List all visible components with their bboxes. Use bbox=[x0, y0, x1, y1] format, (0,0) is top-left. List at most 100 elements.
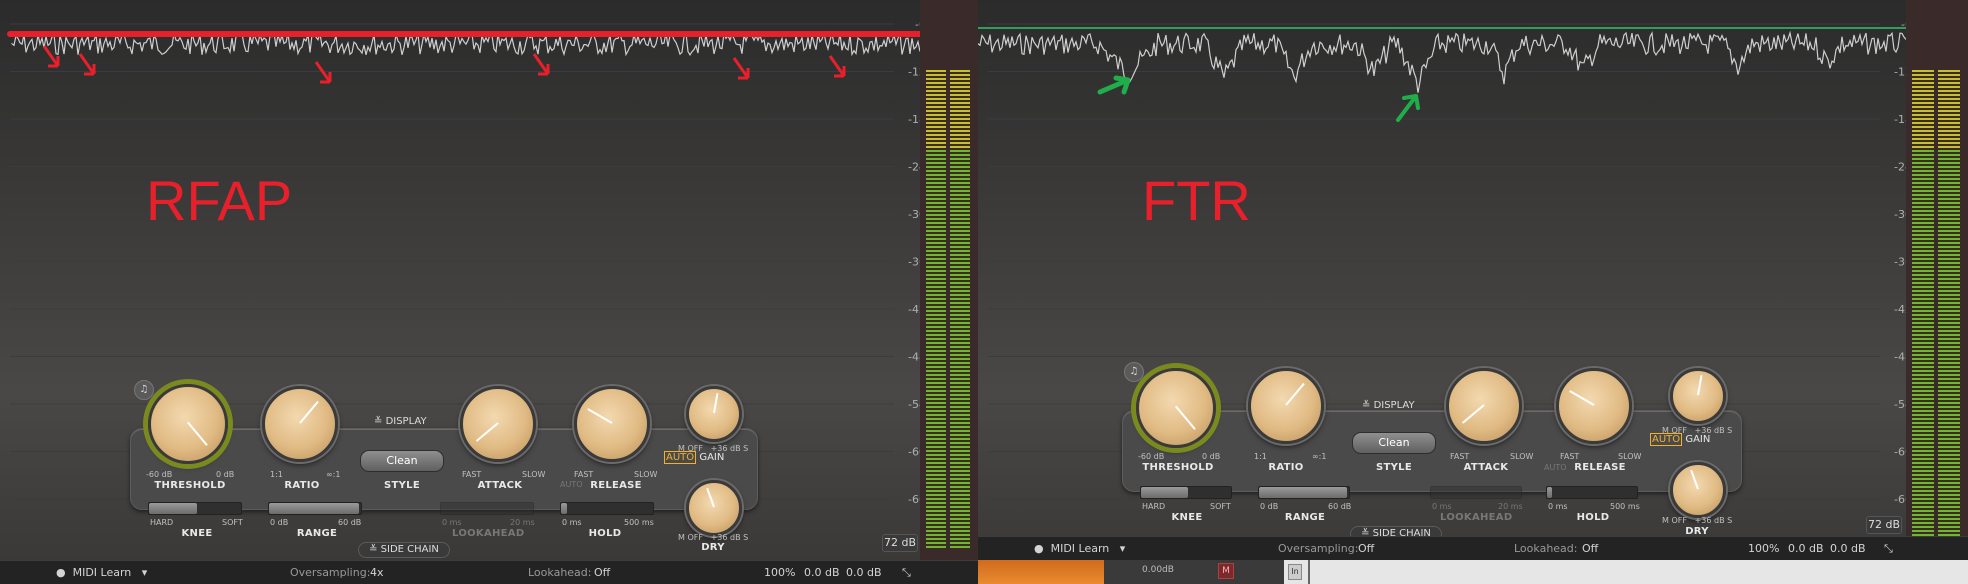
left-meter-segment bbox=[926, 214, 946, 216]
left-meter-segment bbox=[950, 130, 970, 132]
right-meter-segment bbox=[1912, 510, 1934, 512]
right-range-max: 60 dB bbox=[1328, 502, 1352, 511]
right-output-db: 0.0 dB bbox=[1830, 542, 1866, 555]
right-meter-segment bbox=[1912, 266, 1934, 268]
left-meter-segment bbox=[926, 298, 946, 300]
left-side-chain-button[interactable]: ≚ SIDE CHAIN bbox=[358, 542, 450, 558]
host-mute-button[interactable]: M bbox=[1218, 563, 1234, 579]
left-meter-segment bbox=[926, 110, 946, 112]
left-range-db-display[interactable]: 72 dB bbox=[882, 534, 918, 552]
right-meter-segment bbox=[1938, 414, 1960, 416]
left-midi-learn-button[interactable]: ● MIDI Learn ▾ bbox=[56, 566, 147, 579]
left-style-clean-button[interactable]: Clean bbox=[360, 450, 444, 472]
right-meter-segment bbox=[1912, 78, 1934, 80]
right-midi-learn-button[interactable]: ● MIDI Learn ▾ bbox=[1034, 542, 1125, 555]
right-meter-segment bbox=[1938, 442, 1960, 444]
right-meter-segment bbox=[1912, 214, 1934, 216]
left-release-knob[interactable] bbox=[574, 386, 650, 462]
left-meter-segment bbox=[950, 390, 970, 392]
left-meter-segment bbox=[926, 162, 946, 164]
left-meter-segment bbox=[926, 474, 946, 476]
right-auto-gain-toggle[interactable]: AUTO GAIN bbox=[1650, 433, 1710, 446]
left-meter-segment bbox=[926, 306, 946, 308]
left-meter-segment bbox=[950, 546, 970, 548]
left-range-slider[interactable] bbox=[268, 502, 362, 515]
right-lookahead-slider[interactable] bbox=[1430, 486, 1522, 499]
left-meter-segment bbox=[926, 218, 946, 220]
left-meter-segment bbox=[950, 490, 970, 492]
left-lookahead-slider[interactable] bbox=[440, 502, 534, 515]
left-meter-segment bbox=[926, 254, 946, 256]
host-input-tab[interactable]: In bbox=[1288, 564, 1302, 580]
right-release-knob[interactable] bbox=[1556, 368, 1632, 444]
right-release-auto[interactable]: AUTO bbox=[1544, 463, 1567, 472]
right-meter-segment bbox=[1912, 290, 1934, 292]
left-knee-slider[interactable] bbox=[148, 502, 242, 515]
right-meter-segment bbox=[1912, 226, 1934, 228]
left-meter-segment bbox=[926, 350, 946, 352]
left-hold-slider[interactable] bbox=[560, 502, 654, 515]
left-threshold-knob[interactable] bbox=[148, 384, 228, 464]
right-headphones-icon[interactable]: ♫ bbox=[1124, 362, 1144, 382]
left-meter-segment bbox=[950, 438, 970, 440]
right-gain-knob[interactable] bbox=[1670, 368, 1726, 424]
left-meter-segment bbox=[950, 326, 970, 328]
left-meter-segment bbox=[950, 102, 970, 104]
left-gain-knob[interactable] bbox=[686, 386, 742, 442]
right-meter-segment bbox=[1938, 366, 1960, 368]
right-meter-segment bbox=[1938, 466, 1960, 468]
right-meter-segment bbox=[1912, 206, 1934, 208]
right-meter-segment bbox=[1938, 242, 1960, 244]
right-threshold-knob[interactable] bbox=[1136, 368, 1216, 448]
right-oversampling-value[interactable]: Off bbox=[1358, 542, 1374, 555]
right-style-clean-button[interactable]: Clean bbox=[1352, 432, 1436, 454]
left-meter-segment bbox=[926, 102, 946, 104]
left-dry-knob[interactable] bbox=[686, 480, 742, 536]
right-meter-segment bbox=[1938, 246, 1960, 248]
right-zoom-value[interactable]: 100% bbox=[1748, 542, 1779, 555]
right-meter-segment bbox=[1912, 278, 1934, 280]
left-resize-icon[interactable]: ⤡ bbox=[902, 566, 911, 580]
host-db-readout: 0.00dB bbox=[1142, 565, 1174, 575]
right-knee-label: KNEE bbox=[1171, 512, 1203, 523]
right-attack-knob[interactable] bbox=[1446, 368, 1522, 444]
left-meter-segment bbox=[950, 294, 970, 296]
left-meter-segment bbox=[950, 98, 970, 100]
right-meter-segment bbox=[1912, 382, 1934, 384]
left-meter-segment bbox=[950, 374, 970, 376]
right-meter-segment bbox=[1938, 146, 1960, 148]
right-range-slider[interactable] bbox=[1258, 486, 1350, 499]
right-hold-slider[interactable] bbox=[1546, 486, 1638, 499]
right-meter-segment bbox=[1912, 458, 1934, 460]
right-lookahead-footer-value[interactable]: Off bbox=[1582, 542, 1598, 555]
right-display-toggle[interactable]: ≚ DISPLAY bbox=[1362, 400, 1415, 411]
left-meter-segment bbox=[926, 206, 946, 208]
left-meter-segment bbox=[950, 286, 970, 288]
right-meter-segment bbox=[1938, 278, 1960, 280]
left-oversampling-value[interactable]: 4x bbox=[370, 566, 384, 579]
right-meter-segment bbox=[1912, 170, 1934, 172]
right-ratio-knob[interactable] bbox=[1248, 368, 1324, 444]
right-resize-icon[interactable]: ⤡ bbox=[1884, 542, 1893, 556]
left-display-toggle[interactable]: ≚ DISPLAY bbox=[374, 416, 427, 427]
right-dry-knob[interactable] bbox=[1670, 462, 1726, 518]
right-meter-segment bbox=[1938, 190, 1960, 192]
left-zoom-value[interactable]: 100% bbox=[764, 566, 795, 579]
right-knee-slider[interactable] bbox=[1140, 486, 1232, 499]
left-plugin-window: -6-12-18-24-30-36-42-48-54-60-66 RFAP ♫ … bbox=[0, 0, 978, 584]
right-meter-segment bbox=[1938, 390, 1960, 392]
right-meter-segment bbox=[1938, 258, 1960, 260]
left-lookahead-footer-value[interactable]: Off bbox=[594, 566, 610, 579]
left-meter-segment bbox=[950, 118, 970, 120]
right-meter-segment bbox=[1938, 434, 1960, 436]
left-ratio-knob[interactable] bbox=[262, 386, 338, 462]
left-attack-knob[interactable] bbox=[460, 386, 536, 462]
left-release-auto[interactable]: AUTO bbox=[560, 480, 583, 489]
right-meter-segment bbox=[1912, 310, 1934, 312]
left-meter-segment bbox=[950, 170, 970, 172]
left-headphones-icon[interactable]: ♫ bbox=[134, 380, 154, 400]
right-meter-segment bbox=[1912, 438, 1934, 440]
right-range-db-display[interactable]: 72 dB bbox=[1866, 516, 1902, 534]
left-auto-gain-toggle[interactable]: AUTO GAIN bbox=[664, 451, 724, 464]
left-knee-label: KNEE bbox=[181, 528, 213, 539]
